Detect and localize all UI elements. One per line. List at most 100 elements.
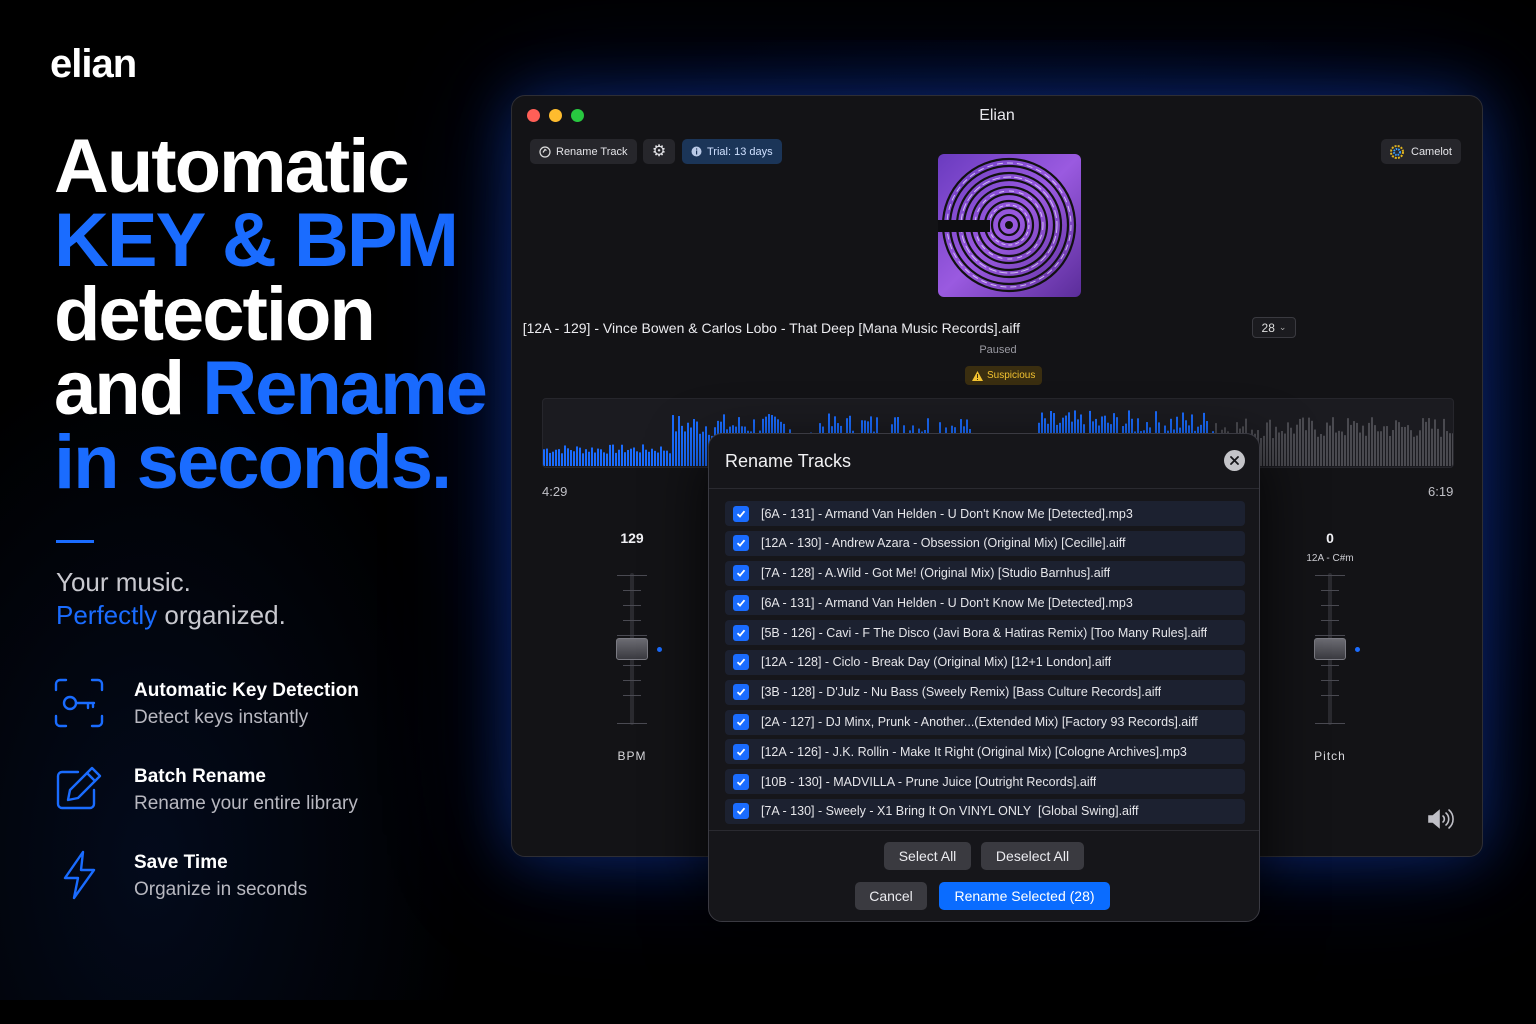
- dialog-close-button[interactable]: [1224, 450, 1245, 471]
- waveform-bar: [633, 447, 635, 466]
- row-checkbox[interactable]: [733, 565, 749, 582]
- waveform-bar: [1443, 418, 1445, 466]
- waveform-bar: [1422, 418, 1424, 466]
- headline-line-3: detection: [54, 272, 376, 357]
- waveform-bar: [567, 448, 569, 466]
- feature-item: Automatic Key Detection Detect keys inst…: [52, 676, 412, 762]
- track-row[interactable]: [12A - 128] - Ciclo - Break Day (Origina…: [725, 649, 1245, 675]
- waveform-bar: [1317, 436, 1319, 466]
- tagline-line-2: Perfectly organized.: [56, 599, 286, 632]
- waveform-bar: [684, 431, 686, 466]
- waveform-bar: [624, 452, 626, 466]
- waveform-bar: [588, 451, 590, 466]
- row-checkbox[interactable]: [733, 803, 749, 820]
- fader-tick: [617, 723, 647, 724]
- waveform-bar: [1398, 422, 1400, 466]
- track-row[interactable]: [6A - 131] - Armand Van Helden - U Don't…: [725, 501, 1245, 526]
- waveform-bar: [543, 449, 545, 466]
- camelot-label: Camelot: [1411, 145, 1452, 158]
- waveform-bar: [1314, 429, 1316, 466]
- checkmark-icon: [736, 748, 746, 756]
- fader-tick: [623, 665, 641, 666]
- rename-selected-button[interactable]: Rename Selected (28): [939, 882, 1110, 910]
- row-checkbox[interactable]: [733, 743, 749, 760]
- row-checkbox[interactable]: [733, 714, 749, 731]
- track-count-dropdown[interactable]: 28 ⌄: [1252, 317, 1296, 338]
- track-row[interactable]: [3B - 128] - D'Julz - Nu Bass (Sweely Re…: [725, 679, 1245, 705]
- row-checkbox[interactable]: [733, 594, 749, 611]
- bpm-fader[interactable]: [612, 573, 662, 725]
- track-row[interactable]: [7A - 128] - A.Wild - Got Me! (Original …: [725, 560, 1245, 586]
- track-count-value: 28: [1261, 320, 1275, 335]
- tagline-highlight: Perfectly: [56, 600, 158, 630]
- cancel-button[interactable]: Cancel: [855, 882, 927, 910]
- track-row[interactable]: [12A - 126] - J.K. Rollin - Make It Righ…: [725, 739, 1245, 765]
- waveform-bar: [660, 446, 662, 466]
- pitch-fader[interactable]: [1310, 573, 1360, 725]
- fader-indicator-dot: [657, 647, 662, 652]
- waveform-bar: [1437, 428, 1439, 466]
- waveform-bar: [1323, 435, 1325, 466]
- track-row[interactable]: [10B - 130] - MADVILLA - Prune Juice [Ou…: [725, 769, 1245, 795]
- feature-subtitle: Rename your entire library: [134, 793, 358, 814]
- row-checkbox[interactable]: [733, 624, 749, 641]
- deselect-all-button[interactable]: Deselect All: [981, 842, 1084, 870]
- row-checkbox[interactable]: [733, 505, 749, 522]
- row-checkbox[interactable]: [733, 773, 749, 790]
- waveform-bar: [669, 453, 671, 466]
- track-row[interactable]: [2A - 127] - DJ Minx, Prunk - Another...…: [725, 709, 1245, 735]
- checkmark-icon: [736, 510, 746, 518]
- playback-state: Paused: [979, 344, 1017, 356]
- checkmark-icon: [736, 599, 746, 607]
- row-filename: [6A - 131] - Armand Van Helden - U Don't…: [761, 595, 1133, 610]
- select-all-button[interactable]: Select All: [884, 842, 971, 870]
- volume-icon[interactable]: [1427, 808, 1457, 830]
- checkmark-icon: [736, 629, 746, 637]
- feature-item: Save Time Organize in seconds: [52, 848, 412, 934]
- track-row[interactable]: [5B - 126] - Cavi - F The Disco (Javi Bo…: [725, 620, 1245, 646]
- info-icon: [691, 146, 702, 157]
- waveform-bar: [1374, 425, 1376, 466]
- waveform-bar: [618, 449, 620, 466]
- row-checkbox[interactable]: [733, 654, 749, 671]
- waveform-bar: [1434, 419, 1436, 466]
- feature-title: Batch Rename: [134, 766, 266, 787]
- waveform-bar: [1299, 418, 1301, 466]
- rename-track-button[interactable]: Rename Track: [530, 139, 637, 164]
- waveform-bar: [1377, 431, 1379, 466]
- track-row[interactable]: [6A - 131] - Armand Van Helden - U Don't…: [725, 590, 1245, 616]
- waveform-bar: [1356, 422, 1358, 466]
- total-time: 6:19: [1428, 484, 1454, 499]
- trial-badge[interactable]: Trial: 13 days: [682, 139, 782, 164]
- waveform-bar: [1308, 417, 1310, 466]
- waveform-bar: [675, 431, 677, 466]
- row-checkbox[interactable]: [733, 535, 749, 552]
- suspicious-label: Suspicious: [987, 370, 1036, 381]
- waveform-bar: [1332, 417, 1334, 466]
- track-row[interactable]: [12A - 130] - Andrew Azara - Obsession (…: [725, 530, 1245, 556]
- waveform-bar: [657, 452, 659, 466]
- tagline-line-1: Your music.: [56, 567, 191, 597]
- waveform-bar: [1362, 425, 1364, 466]
- track-row[interactable]: [7A - 130] - Sweely - X1 Bring It On VIN…: [725, 798, 1245, 824]
- pitch-key: 12A - C#m: [1306, 553, 1354, 564]
- checkmark-icon: [736, 659, 746, 667]
- waveform-bar: [1311, 420, 1313, 466]
- waveform-bar: [1353, 421, 1355, 466]
- bpm-fader-knob[interactable]: [616, 638, 648, 660]
- waveform-bar: [615, 452, 617, 466]
- settings-button[interactable]: ⚙: [643, 139, 675, 164]
- waveform-bar: [1425, 421, 1427, 466]
- waveform-bar: [573, 451, 575, 466]
- row-checkbox[interactable]: [733, 684, 749, 701]
- dialog-separator: [709, 830, 1259, 831]
- waveform-bar: [1284, 433, 1286, 466]
- waveform-bar: [1359, 432, 1361, 466]
- waveform-bar: [651, 448, 653, 466]
- brand-logo: elian: [50, 42, 137, 86]
- camelot-button[interactable]: Camelot: [1381, 139, 1461, 164]
- pitch-fader-knob[interactable]: [1314, 638, 1346, 660]
- waveform-bar: [612, 444, 614, 466]
- waveform-bar: [1431, 428, 1433, 466]
- waveform-bar: [1404, 426, 1406, 466]
